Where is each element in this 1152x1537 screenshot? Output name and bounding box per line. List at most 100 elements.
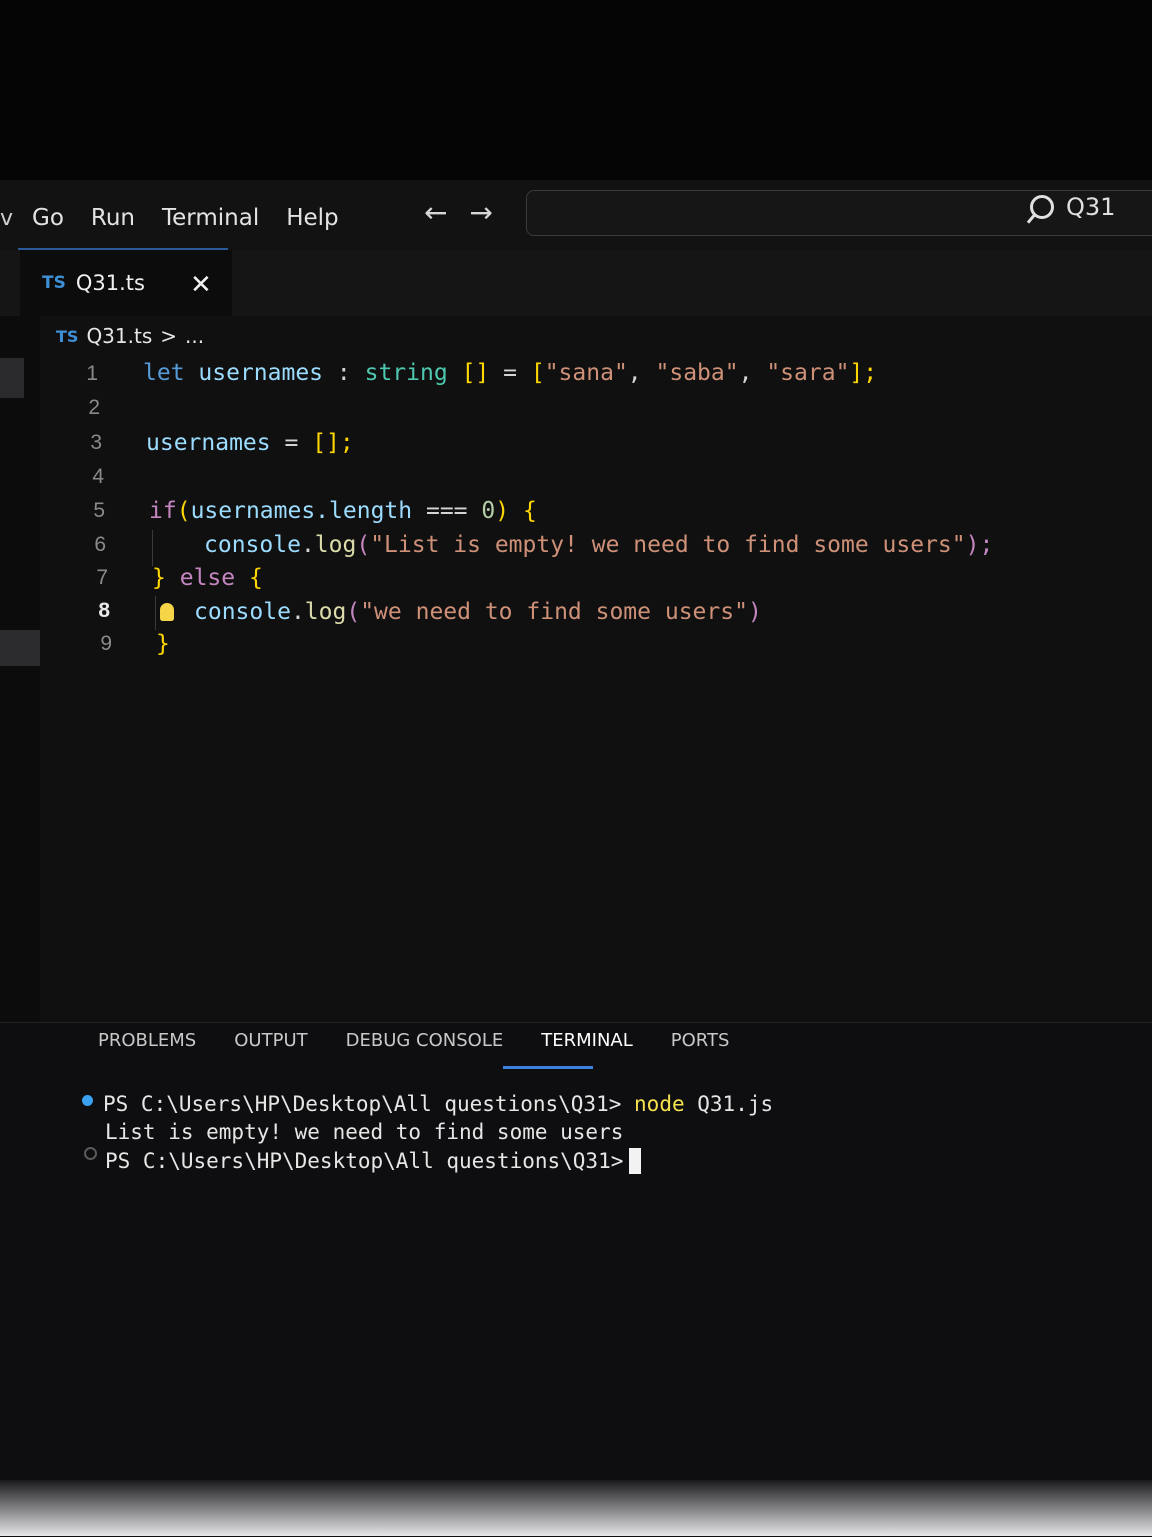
- code-line-8[interactable]: console. log("we need to find some users"…: [160, 595, 762, 629]
- string-literal: "sara": [766, 360, 850, 386]
- string-literal: "List is empty! we need to find some use…: [370, 532, 966, 558]
- identifier: console: [204, 532, 301, 558]
- terminal-prompt: PS C:\Users\HP\Desktop\All questions\Q31…: [103, 1092, 622, 1116]
- string-literal: "sana": [544, 360, 628, 386]
- tab-output[interactable]: OUTPUT: [234, 1030, 307, 1051]
- menu-bar: v Go Run Terminal Help: [0, 196, 366, 240]
- assign-op: =: [503, 360, 517, 386]
- code-line-6[interactable]: console. log("List is empty! we need to f…: [204, 528, 993, 562]
- terminal-cursor: [629, 1148, 642, 1174]
- history-nav: ← →: [424, 196, 493, 229]
- identifier: usernames: [198, 360, 324, 386]
- code-line-9[interactable]: }: [156, 627, 170, 661]
- dot: .: [300, 532, 315, 558]
- terminal-command: node: [634, 1092, 685, 1116]
- assign-op: =: [284, 430, 299, 456]
- breadcrumb-more[interactable]: ...: [185, 324, 204, 348]
- tab-ports[interactable]: PORTS: [671, 1030, 730, 1051]
- activity-strip: [0, 316, 40, 1022]
- keyword-if: if: [149, 498, 177, 524]
- paren: (: [176, 498, 191, 524]
- typescript-file-icon: TS: [56, 326, 79, 346]
- background-top: [0, 0, 1152, 180]
- menu-item-clipped[interactable]: v: [0, 206, 14, 231]
- line-number: 7: [96, 566, 108, 589]
- breadcrumb-file[interactable]: Q31.ts: [86, 324, 152, 348]
- tab-problems[interactable]: PROBLEMS: [98, 1030, 196, 1051]
- tab-label: Q31.ts: [75, 271, 145, 295]
- line-number: 3: [90, 431, 102, 454]
- menu-item-help[interactable]: Help: [286, 205, 338, 231]
- brace: }: [156, 631, 170, 657]
- string-literal: "we need to find some users": [360, 599, 748, 625]
- brace: }: [152, 565, 166, 591]
- terminal-output[interactable]: List is empty! we need to find some user…: [105, 1120, 623, 1144]
- command-center-text: Q31: [1066, 193, 1116, 221]
- comma: ,: [738, 360, 753, 386]
- command-pending-dot-icon[interactable]: [84, 1147, 97, 1160]
- strict-equal-op: ===: [425, 498, 468, 524]
- indent-guide: [155, 596, 156, 630]
- bracket: [];: [312, 430, 354, 456]
- tab-terminal[interactable]: TERMINAL: [541, 1030, 633, 1051]
- function-name: log: [314, 532, 357, 558]
- line-number-active: 8: [98, 599, 110, 622]
- forward-arrow-icon[interactable]: →: [469, 196, 492, 229]
- back-arrow-icon[interactable]: ←: [424, 196, 447, 229]
- paren: );: [965, 532, 994, 558]
- array-type: []: [461, 360, 490, 386]
- number-literal: 0: [481, 498, 496, 524]
- command-success-dot-icon[interactable]: [82, 1095, 93, 1106]
- brace: {: [522, 498, 537, 524]
- menu-item-run[interactable]: Run: [91, 205, 135, 231]
- keyword-let: let: [143, 360, 185, 386]
- terminal-output-text: List is empty! we need to find some user…: [105, 1120, 624, 1144]
- chevron-right-icon: >: [160, 324, 178, 348]
- tab-debug-console[interactable]: DEBUG CONSOLE: [346, 1030, 504, 1051]
- active-tab-indicator: [503, 1066, 593, 1069]
- terminal-line-1[interactable]: PS C:\Users\HP\Desktop\All questions\Q31…: [103, 1092, 773, 1116]
- terminal-argument: Q31.js: [697, 1092, 774, 1116]
- screen-edge: [0, 1480, 1152, 1536]
- command-center-label[interactable]: Q31: [1030, 193, 1115, 221]
- close-icon[interactable]: ✕: [190, 270, 212, 300]
- comma: ,: [627, 360, 642, 386]
- lightbulb-icon[interactable]: [160, 603, 174, 621]
- type-string: string: [364, 360, 448, 386]
- line-number: 2: [88, 396, 100, 419]
- activity-highlight[interactable]: [0, 630, 40, 666]
- editor-area[interactable]: [0, 316, 1152, 1022]
- breadcrumb: TS Q31.ts > ...: [56, 324, 204, 348]
- line-number: 5: [93, 499, 105, 522]
- code-line-7[interactable]: } else {: [152, 561, 263, 595]
- keyword-else: else: [179, 565, 236, 591]
- identifier: usernames: [146, 430, 271, 456]
- bracket: ];: [849, 360, 878, 386]
- typescript-file-icon: TS: [42, 273, 66, 293]
- activity-highlight[interactable]: [0, 358, 24, 398]
- code-line-3[interactable]: usernames = [];: [146, 426, 354, 460]
- paren: ): [747, 599, 762, 625]
- string-literal: "saba": [655, 360, 739, 386]
- search-icon: [1030, 195, 1054, 219]
- menu-item-terminal[interactable]: Terminal: [162, 205, 259, 231]
- colon: :: [336, 360, 351, 386]
- code-line-5[interactable]: if(usernames.length === 0) {: [149, 494, 537, 528]
- code-line-1[interactable]: let usernames : string [] = ["sana", "sa…: [143, 356, 877, 390]
- line-number: 1: [86, 362, 98, 385]
- panel-tabs: PROBLEMS OUTPUT DEBUG CONSOLE TERMINAL P…: [98, 1030, 729, 1051]
- expression: usernames.length: [190, 498, 413, 524]
- line-number: 6: [94, 533, 106, 556]
- brace: {: [248, 565, 263, 591]
- terminal-prompt: PS C:\Users\HP\Desktop\All questions\Q31…: [105, 1149, 624, 1173]
- line-number: 9: [100, 632, 112, 655]
- line-number: 4: [92, 465, 104, 488]
- function-name: log: [304, 599, 347, 625]
- terminal-line-3[interactable]: PS C:\Users\HP\Desktop\All questions\Q31…: [105, 1148, 642, 1174]
- paren: ): [495, 498, 510, 524]
- identifier: console: [194, 599, 291, 625]
- bracket: [: [530, 360, 545, 386]
- menu-item-go[interactable]: Go: [32, 205, 64, 231]
- dot: .: [290, 599, 305, 625]
- paren: (: [356, 532, 371, 558]
